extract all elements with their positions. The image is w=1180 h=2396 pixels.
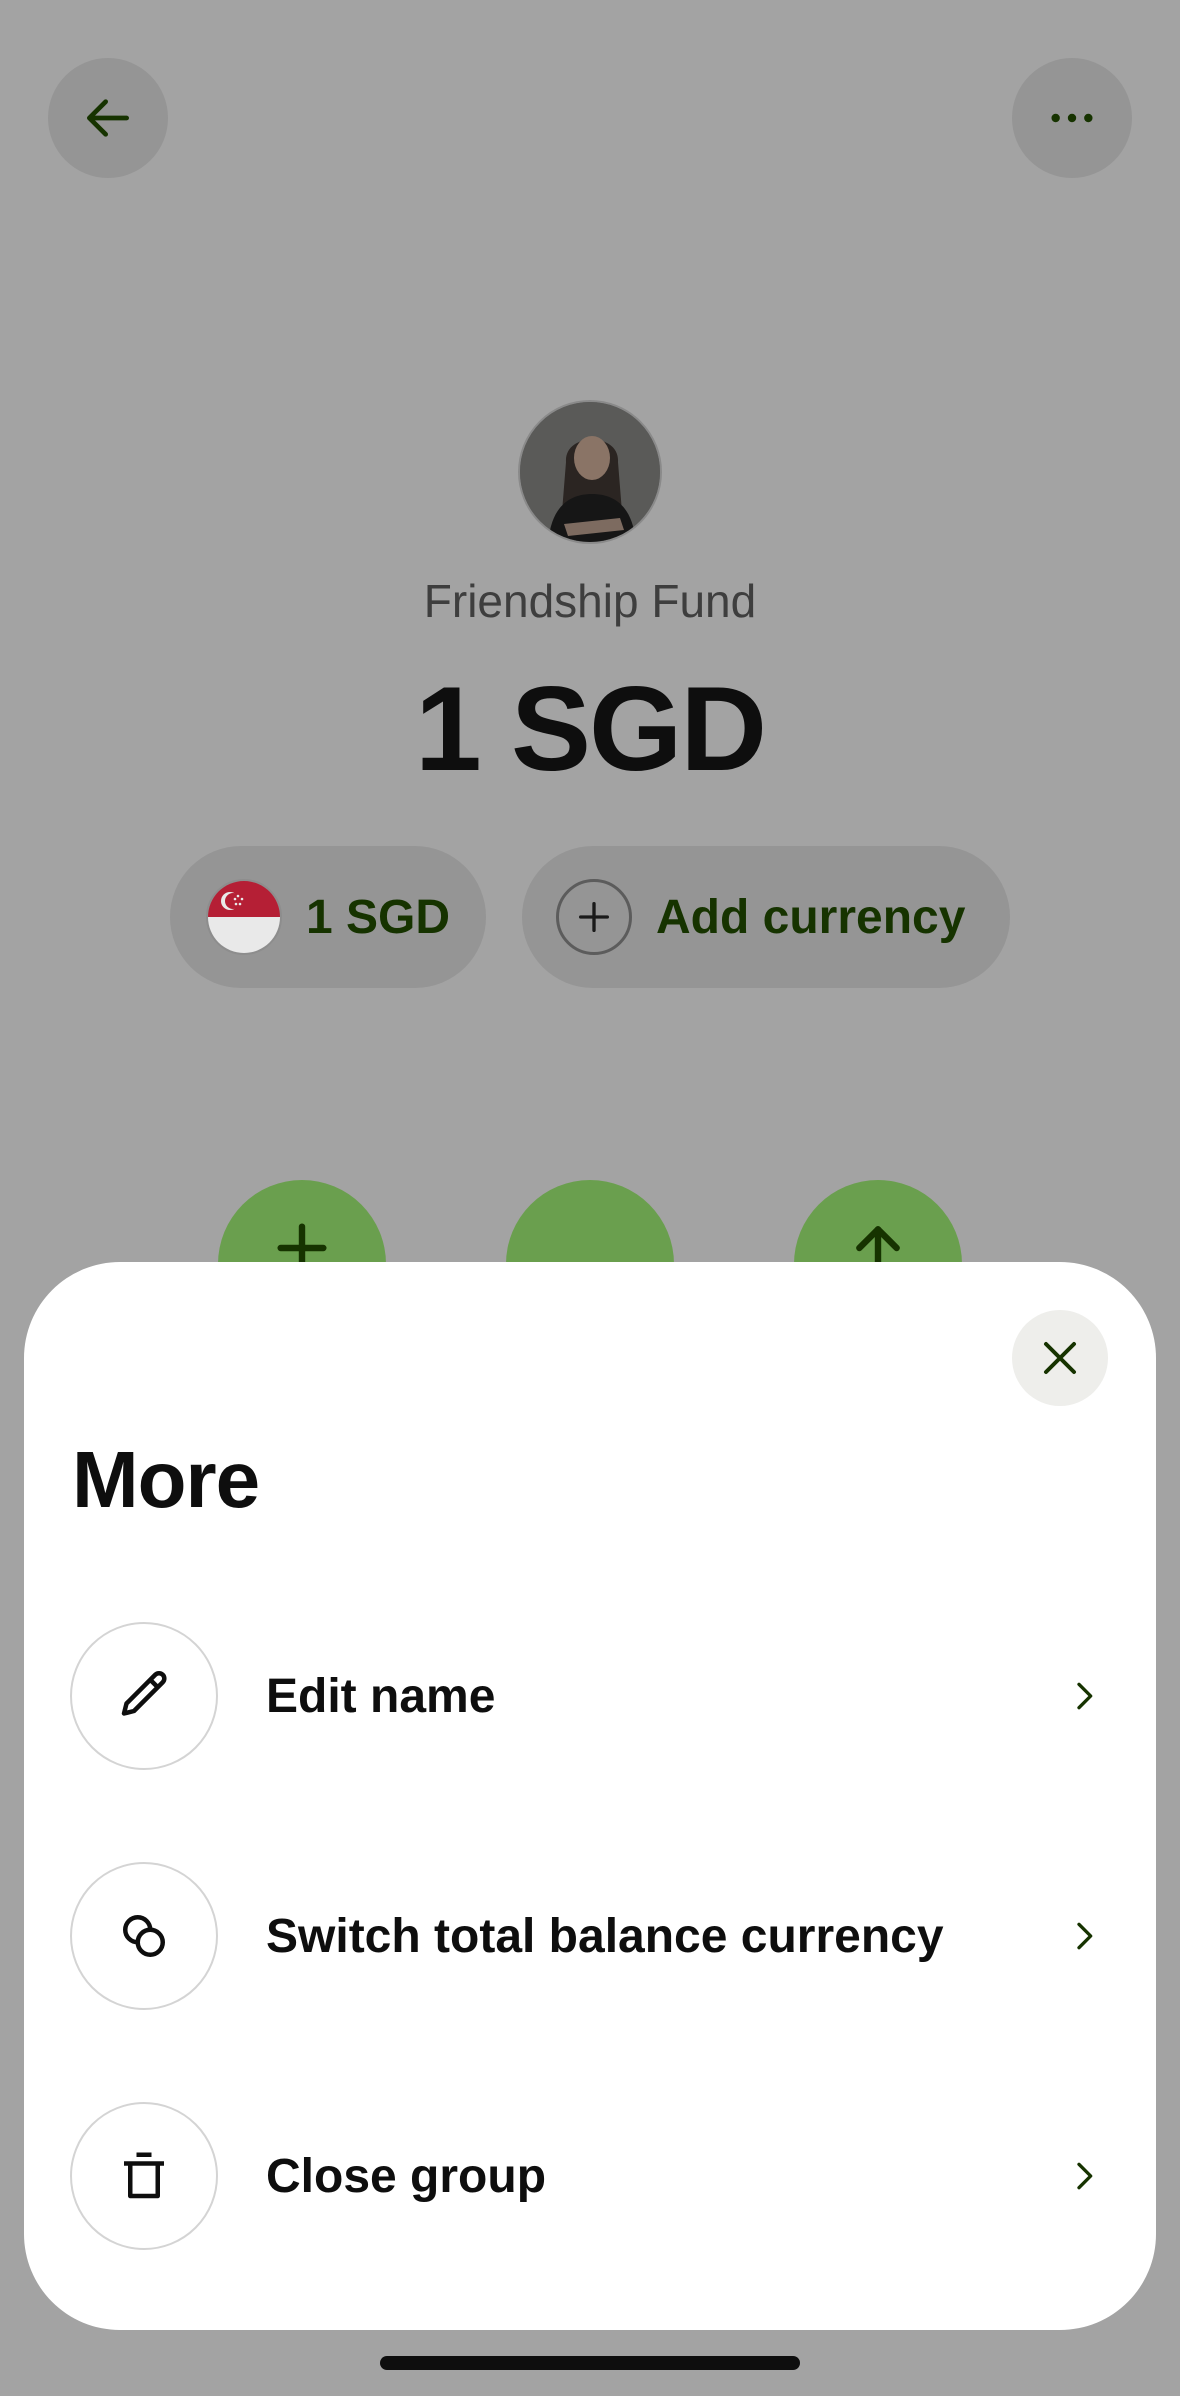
close-sheet-button[interactable] — [1012, 1310, 1108, 1406]
singapore-flag-icon — [206, 879, 282, 955]
close-group-item[interactable]: Close group — [24, 2102, 1156, 2250]
trash-icon — [124, 2152, 164, 2199]
add-currency-button[interactable]: Add currency — [522, 846, 1010, 988]
sgd-balance-label: 1 SGD — [306, 890, 451, 944]
chevron-right-icon — [1060, 1672, 1108, 1720]
arrow-left-icon — [87, 99, 129, 137]
pencil-icon — [121, 1670, 167, 1716]
back-button[interactable] — [48, 58, 168, 178]
close-icon — [1044, 1342, 1076, 1374]
more-bottom-sheet: More Edit name Switch total balance curr… — [24, 1262, 1156, 2330]
close-group-label: Close group — [266, 2149, 547, 2203]
sheet-title: More — [72, 1435, 260, 1524]
currency-switch-icon — [123, 1915, 165, 1957]
chevron-right-icon — [1060, 2152, 1108, 2200]
switch-currency-item[interactable]: Switch total balance currency — [24, 1862, 1156, 2010]
add-currency-label: Add currency — [656, 890, 966, 944]
edit-name-item[interactable]: Edit name — [24, 1622, 1156, 1770]
more-options-button[interactable] — [1012, 58, 1132, 178]
group-avatar — [518, 400, 662, 544]
edit-name-icon-circle — [70, 1622, 218, 1770]
more-horizontal-icon — [1051, 113, 1093, 123]
switch-currency-icon-circle — [70, 1862, 218, 2010]
sgd-balance-chip[interactable]: 1 SGD — [170, 846, 486, 988]
switch-currency-label: Switch total balance currency — [266, 1909, 944, 1963]
group-name: Friendship Fund — [423, 575, 757, 627]
home-indicator — [380, 2356, 800, 2370]
plus-icon — [556, 879, 632, 955]
close-group-icon-circle — [70, 2102, 218, 2250]
chevron-right-icon — [1060, 1912, 1108, 1960]
total-balance: 1 SGD — [414, 662, 767, 796]
edit-name-label: Edit name — [266, 1669, 496, 1723]
